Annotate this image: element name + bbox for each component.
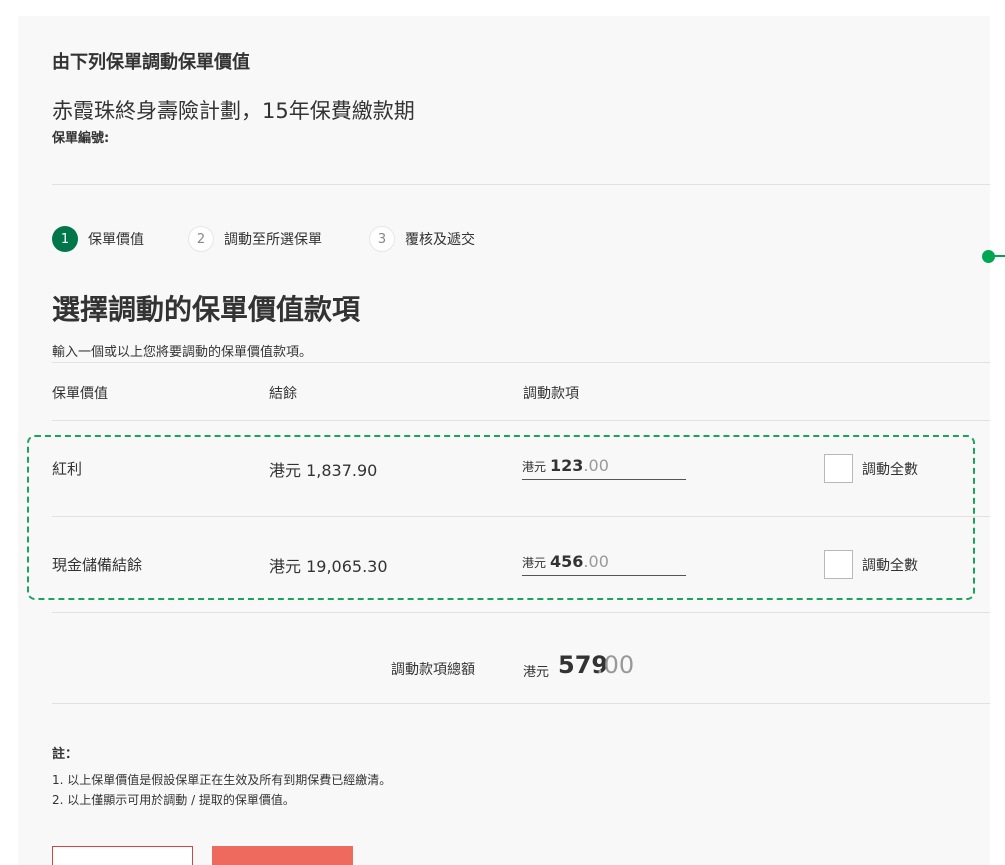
step-3-number: 3 xyxy=(369,226,395,252)
column-header-balance: 結餘 xyxy=(269,386,297,402)
policy-number-label: 保單編號: xyxy=(52,131,110,146)
step-3: 3 覆核及遞交 xyxy=(369,226,475,252)
step-1: 1 保單價值 xyxy=(52,226,144,252)
divider xyxy=(52,612,990,613)
note-item: 2. 以上僅顯示可用於調動 / 提取的保單價值。 xyxy=(52,793,295,807)
notes-title: 註： xyxy=(52,747,79,762)
annotation-dot xyxy=(982,250,995,263)
next-button[interactable] xyxy=(212,846,353,865)
step-2: 2 調動至所選保單 xyxy=(188,226,322,252)
total-amount-decimal: .00 xyxy=(596,651,635,679)
column-header-value: 保單價值 xyxy=(52,386,108,402)
step-3-label: 覆核及遞交 xyxy=(405,232,475,248)
page-subtext: 輸入一個或以上您將要調動的保單價值款項。 xyxy=(52,345,313,360)
page-heading: 選擇調動的保單價值款項 xyxy=(52,293,361,326)
total-label: 調動款項總額 xyxy=(391,662,475,678)
note-item: 1. 以上保單價值是假設保單正在生效及所有到期保費已經繳清。 xyxy=(52,773,392,787)
plan-name: 赤霞珠終身壽險計劃，15年保費繳款期 xyxy=(52,99,415,123)
divider xyxy=(52,703,990,704)
divider xyxy=(52,420,990,421)
step-2-number: 2 xyxy=(188,226,214,252)
column-header-amount: 調動款項 xyxy=(523,386,579,402)
step-1-number: 1 xyxy=(52,226,78,252)
step-2-label: 調動至所選保單 xyxy=(224,232,322,248)
divider xyxy=(52,184,990,185)
step-1-label: 保單價值 xyxy=(88,232,144,248)
back-button[interactable] xyxy=(52,846,193,865)
highlight-box xyxy=(27,435,975,600)
section-title: 由下列保單調動保單價值 xyxy=(52,52,250,73)
total-currency: 港元 xyxy=(523,665,550,680)
divider xyxy=(52,362,990,363)
